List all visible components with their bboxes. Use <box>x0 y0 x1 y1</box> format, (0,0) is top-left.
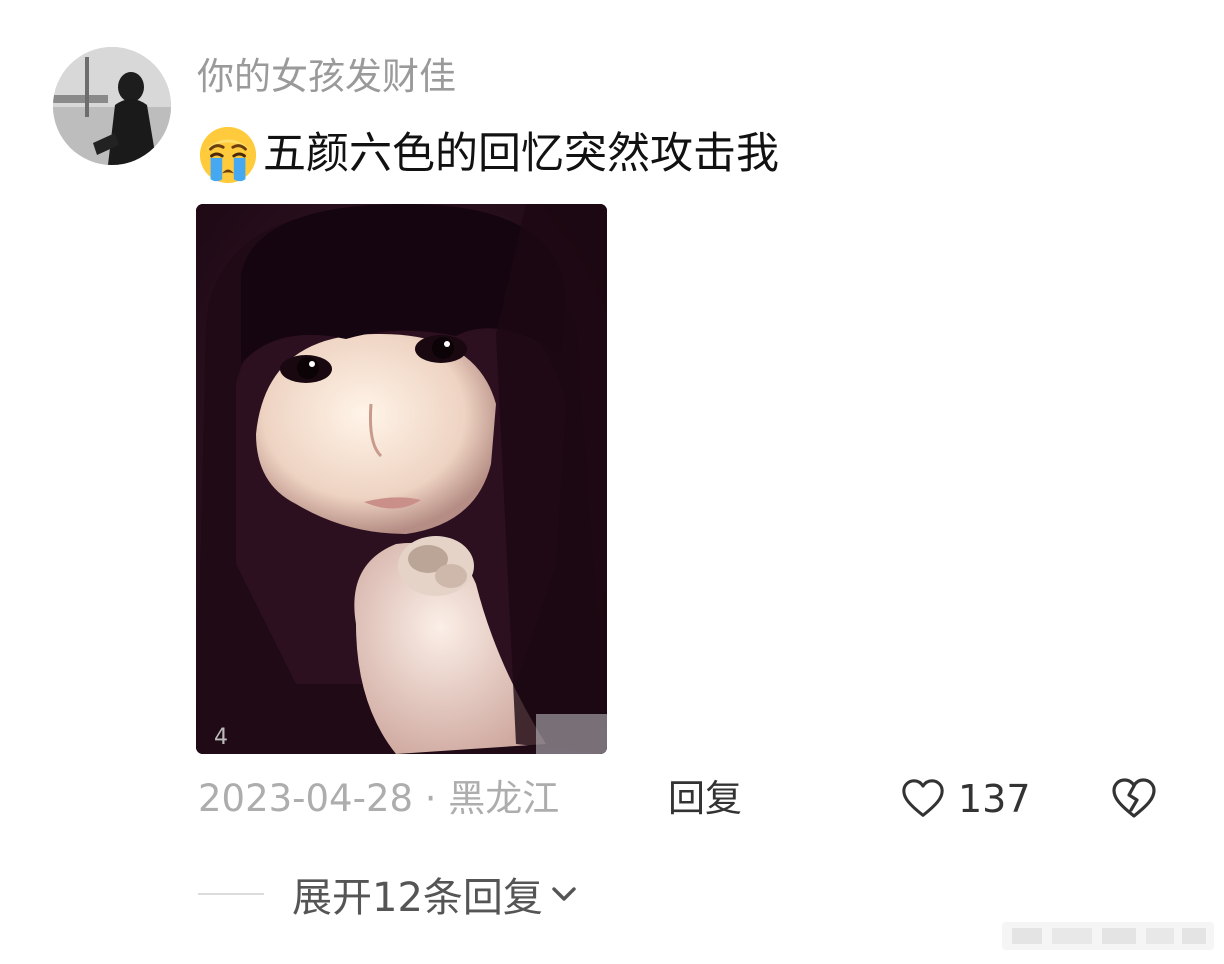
like-count: 137 <box>958 777 1031 821</box>
comment-photo[interactable]: 4 <box>196 204 607 754</box>
comment-item: 你的女孩发财佳 五颜六色的回忆突然攻击我 4 2023-04-28 · 黑龙江 … <box>0 0 1224 964</box>
avatar[interactable] <box>53 47 171 165</box>
avatar-image <box>53 47 171 165</box>
comment-text: 五颜六色的回忆突然攻击我 <box>263 129 779 179</box>
comment-meta: 2023-04-28 · 黑龙江 <box>198 777 560 820</box>
expand-replies-row: 展开12条回复 <box>198 866 579 922</box>
broken-heart-icon <box>1112 778 1156 818</box>
expand-replies-button[interactable]: 展开12条回复 <box>292 865 579 923</box>
expand-replies-label: 展开12条回复 <box>292 875 543 921</box>
divider <box>198 893 264 895</box>
reply-button[interactable]: 回复 <box>668 774 742 824</box>
chevron-down-icon <box>552 887 576 901</box>
like-button[interactable]: 137 <box>900 772 1031 826</box>
dislike-button[interactable] <box>1110 775 1158 823</box>
loudly-crying-face-emoji <box>197 123 259 185</box>
watermark-logo <box>1002 922 1214 950</box>
heart-outline-icon <box>902 779 944 817</box>
username[interactable]: 你的女孩发财佳 <box>197 54 456 100</box>
svg-text:4: 4 <box>214 725 228 750</box>
comment-content: 五颜六色的回忆突然攻击我 <box>197 124 779 184</box>
